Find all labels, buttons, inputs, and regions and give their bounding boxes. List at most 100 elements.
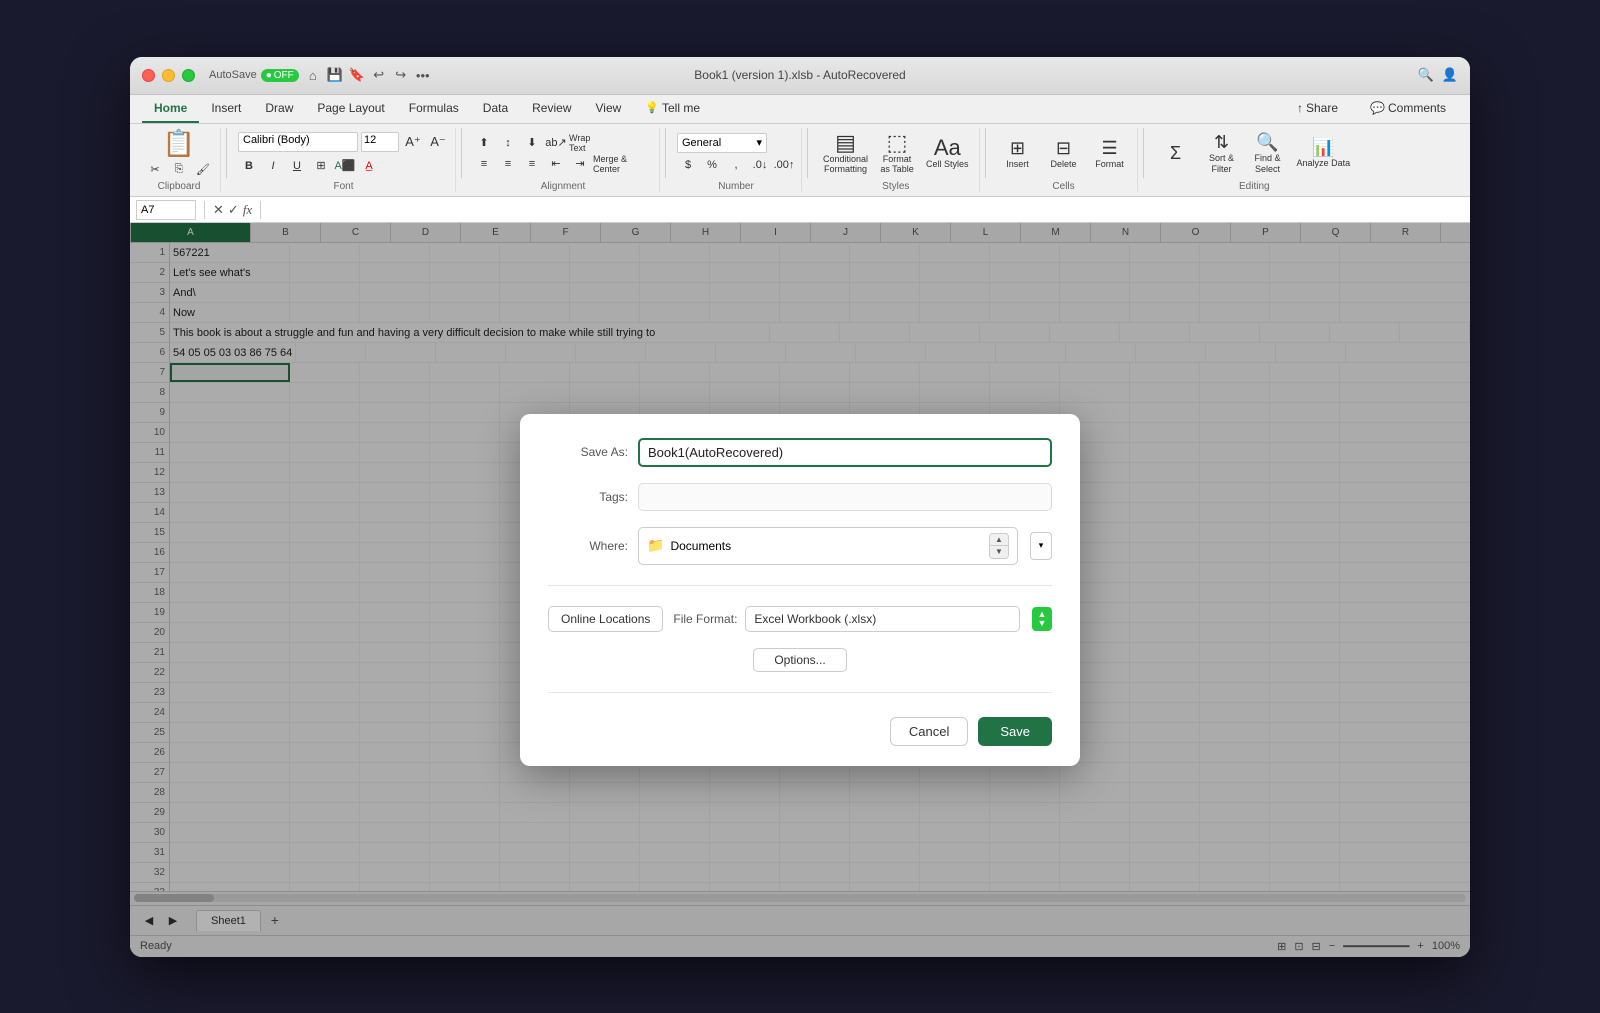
- stepper-up[interactable]: ▲: [990, 534, 1008, 546]
- ribbon-content: 📋 ✂ ⎘ 🖌 Clipboard Calibri: [130, 124, 1470, 197]
- formula-input[interactable]: [269, 203, 1464, 217]
- redo-icon[interactable]: ↪: [393, 67, 409, 83]
- where-dropdown-button[interactable]: ▾: [1030, 532, 1052, 560]
- decrease-decimal-button[interactable]: .0↓: [749, 156, 771, 174]
- alignment-label: Alignment: [541, 179, 585, 192]
- tab-draw[interactable]: Draw: [253, 95, 305, 123]
- font-name-dropdown[interactable]: Calibri (Body): [238, 132, 358, 152]
- italic-button[interactable]: I: [262, 157, 284, 175]
- angle-text-button[interactable]: ab↗: [545, 134, 567, 152]
- alignment-content: ⬆ ↕ ⬇ ab↗ Wrap Text ≡ ≡ ≡ ⇤ ⇥ Merge & Ce…: [473, 128, 653, 180]
- sort-filter-label: Sort &Filter: [1209, 153, 1234, 175]
- stepper-down[interactable]: ▼: [990, 546, 1008, 558]
- options-button[interactable]: Options...: [753, 648, 846, 672]
- indent-less-button[interactable]: ⇤: [545, 155, 567, 173]
- where-stepper[interactable]: ▲ ▼: [989, 533, 1009, 559]
- font-grow-button[interactable]: A⁺: [402, 133, 424, 151]
- conditional-formatting-button[interactable]: ▤ ConditionalFormatting: [819, 128, 872, 180]
- font-size-dropdown[interactable]: 12: [361, 132, 399, 152]
- align-right-button[interactable]: ≡: [521, 155, 543, 173]
- tab-data[interactable]: Data: [471, 95, 520, 123]
- dialog-divider2: [548, 692, 1052, 693]
- increase-decimal-button[interactable]: .00↑: [773, 156, 795, 174]
- bookmark-icon[interactable]: 🔖: [349, 67, 365, 83]
- delete-icon: ⊟: [1056, 138, 1071, 159]
- insert-function-icon[interactable]: fx: [243, 202, 252, 218]
- number-format-dropdown[interactable]: General ▾: [677, 133, 767, 153]
- align-center-button[interactable]: ≡: [497, 155, 519, 173]
- tab-formulas[interactable]: Formulas: [397, 95, 471, 123]
- align-bottom-button[interactable]: ⬇: [521, 134, 543, 152]
- ribbon-group-alignment: ⬆ ↕ ⬇ ab↗ Wrap Text ≡ ≡ ≡ ⇤ ⇥ Merge & Ce…: [467, 128, 660, 193]
- minimize-button[interactable]: [162, 69, 175, 82]
- font-shrink-button[interactable]: A⁻: [427, 133, 449, 151]
- where-select[interactable]: 📁 Documents ▲ ▼: [638, 527, 1018, 565]
- sep2: [461, 128, 462, 178]
- bold-button[interactable]: B: [238, 157, 260, 175]
- find-select-button[interactable]: 🔍 Find &Select: [1247, 128, 1289, 179]
- fill-color-button[interactable]: A⬛: [334, 157, 356, 175]
- insert-icon: ⊞: [1010, 138, 1025, 159]
- share-button[interactable]: ↑ Share: [1285, 95, 1350, 123]
- cell-reference-box[interactable]: A7: [136, 200, 196, 220]
- format-button[interactable]: ☰ Format: [1089, 134, 1131, 173]
- maximize-button[interactable]: [182, 69, 195, 82]
- currency-button[interactable]: $: [677, 156, 699, 174]
- undo-icon[interactable]: ↩: [371, 67, 387, 83]
- sort-filter-button[interactable]: ⇅ Sort &Filter: [1201, 128, 1243, 179]
- tab-page-layout[interactable]: Page Layout: [305, 95, 396, 123]
- align-top-button[interactable]: ⬆: [473, 134, 495, 152]
- save-icon[interactable]: 💾: [327, 67, 343, 83]
- file-format-select[interactable]: Excel Workbook (.xlsx): [745, 606, 1020, 632]
- file-format-stepper[interactable]: ▲ ▼: [1032, 607, 1052, 631]
- format-icon: ☰: [1101, 138, 1117, 159]
- insert-button[interactable]: ⊞ Insert: [997, 134, 1039, 173]
- confirm-formula-icon[interactable]: ✓: [228, 202, 239, 218]
- cell-styles-button[interactable]: Aa Cell Styles: [922, 133, 973, 173]
- more-icon[interactable]: •••: [415, 67, 431, 83]
- tab-review[interactable]: Review: [520, 95, 583, 123]
- sum-button[interactable]: Σ: [1155, 139, 1197, 168]
- tab-tell-me[interactable]: 💡 Tell me: [633, 95, 712, 123]
- comments-label: Comments: [1388, 101, 1446, 115]
- tab-home[interactable]: Home: [142, 95, 199, 123]
- copy-button[interactable]: ⎘: [168, 161, 190, 179]
- online-locations-button[interactable]: Online Locations: [548, 606, 663, 632]
- dialog-divider: [548, 585, 1052, 586]
- format-as-table-button[interactable]: ⬚ Formatas Table: [876, 128, 918, 180]
- border-button[interactable]: ⊞: [310, 157, 332, 175]
- comments-button[interactable]: 💬 Comments: [1358, 95, 1458, 123]
- format-stepper-down[interactable]: ▼: [1038, 619, 1047, 628]
- wrap-text-button[interactable]: Wrap Text: [569, 134, 609, 152]
- save-button[interactable]: Save: [978, 717, 1052, 746]
- autosave-toggle[interactable]: ● OFF: [261, 69, 299, 82]
- comma-button[interactable]: ,: [725, 156, 747, 174]
- close-button[interactable]: [142, 69, 155, 82]
- autosave-area: AutoSave ● OFF: [209, 69, 299, 82]
- tags-input[interactable]: [638, 483, 1052, 511]
- align-left-button[interactable]: ≡: [473, 155, 495, 173]
- tab-view[interactable]: View: [584, 95, 634, 123]
- tab-insert[interactable]: Insert: [199, 95, 253, 123]
- percent-button[interactable]: %: [701, 156, 723, 174]
- ribbon-group-styles: ▤ ConditionalFormatting ⬚ Formatas Table…: [813, 128, 980, 193]
- font-color-button[interactable]: A̲: [358, 157, 380, 175]
- cancel-formula-icon[interactable]: ✕: [213, 202, 224, 218]
- number-format-arrow: ▾: [756, 136, 762, 149]
- delete-button[interactable]: ⊟ Delete: [1043, 134, 1085, 173]
- align-middle-button[interactable]: ↕: [497, 134, 519, 152]
- formula-sep2: [260, 201, 261, 219]
- search-icon[interactable]: 🔍: [1418, 67, 1434, 83]
- cancel-button[interactable]: Cancel: [890, 717, 968, 746]
- home-icon[interactable]: ⌂: [305, 67, 321, 83]
- title-bar-right: 🔍 👤: [1418, 67, 1458, 83]
- format-painter-button[interactable]: 🖌: [192, 161, 214, 179]
- ribbon-group-clipboard: 📋 ✂ ⎘ 🖌 Clipboard: [138, 128, 221, 193]
- analyze-data-button[interactable]: 📊 Analyze Data: [1293, 133, 1355, 173]
- save-as-input[interactable]: [638, 438, 1052, 467]
- merge-button[interactable]: Merge & Center: [593, 155, 653, 173]
- account-icon[interactable]: 👤: [1442, 67, 1458, 83]
- indent-more-button[interactable]: ⇥: [569, 155, 591, 173]
- underline-button[interactable]: U: [286, 157, 308, 175]
- cut-button[interactable]: ✂: [144, 161, 166, 179]
